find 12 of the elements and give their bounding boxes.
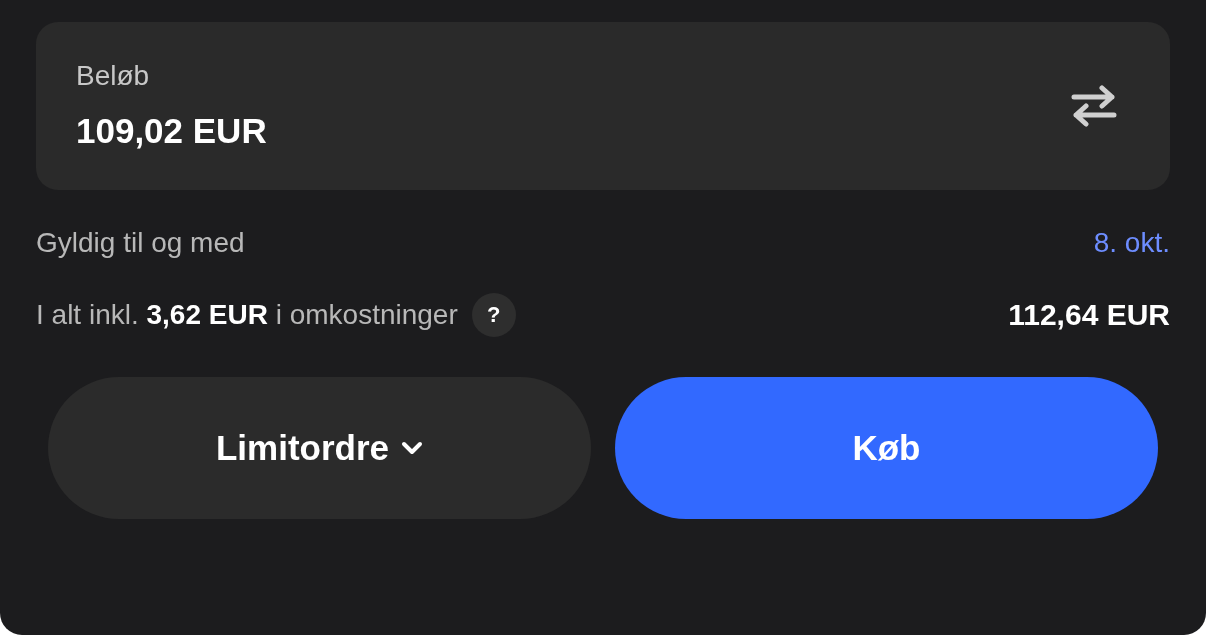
amount-label: Beløb <box>76 58 151 93</box>
validity-date-link[interactable]: 8. okt. <box>1093 222 1170 264</box>
chevron-down-icon <box>401 441 424 455</box>
order-type-dropdown[interactable]: Limitordre <box>48 377 591 519</box>
validity-label: Gyldig til og med <box>36 226 245 260</box>
total-cost-text: I alt inkl. 3,62 EUR i omkostninger <box>36 297 458 332</box>
buy-button[interactable]: Køb <box>615 377 1158 519</box>
total-amount: 112,64 EUR <box>1008 297 1170 333</box>
help-button[interactable]: ? <box>471 292 516 337</box>
amount-value: 109,02 EUR <box>76 109 267 152</box>
swap-arrows-icon[interactable] <box>1070 85 1118 127</box>
amount-card[interactable]: Beløb 109,02 EUR <box>36 22 1170 190</box>
